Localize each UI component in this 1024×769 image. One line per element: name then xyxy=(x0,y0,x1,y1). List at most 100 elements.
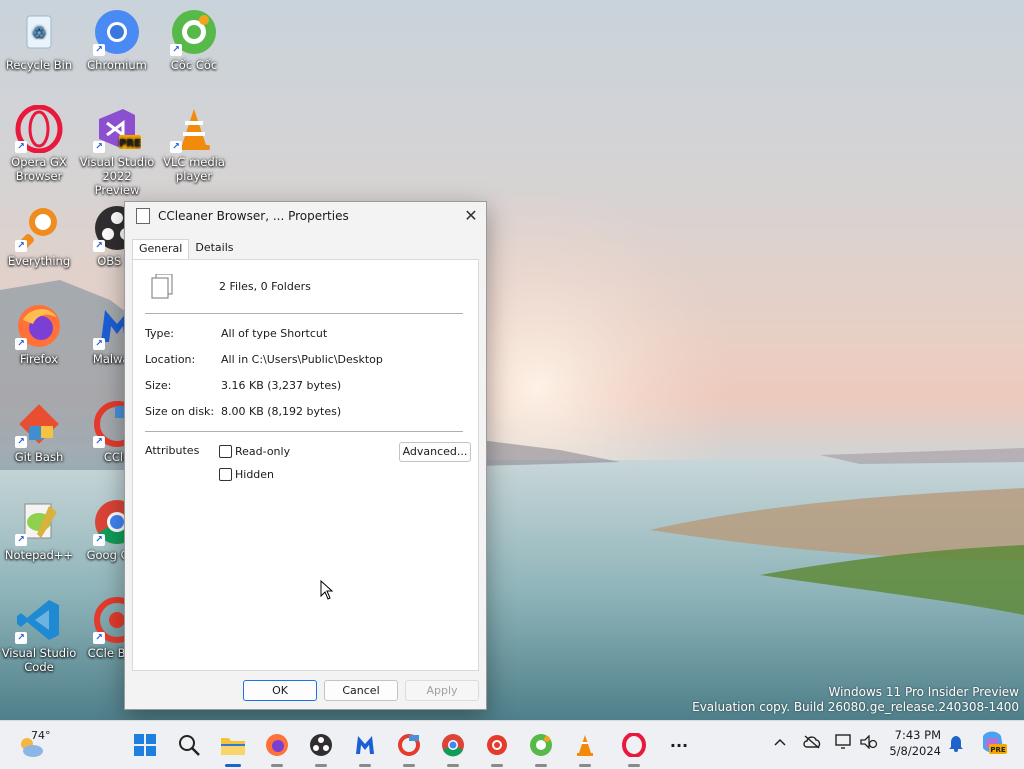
taskbar: 74° ··· 7:43 PM 5/8/2024 PRE xyxy=(0,720,1024,769)
taskbar-opera[interactable] xyxy=(618,729,650,767)
ok-button[interactable]: OK xyxy=(243,680,317,701)
divider xyxy=(145,313,463,314)
search-icon xyxy=(179,735,200,756)
checkbox-box[interactable] xyxy=(219,468,232,481)
hidden-checkbox[interactable]: Hidden xyxy=(219,468,274,481)
desktop-icon-label: Recycle Bin xyxy=(5,58,73,72)
taskbar-ccleaner[interactable] xyxy=(393,729,425,767)
cloud-offline-icon xyxy=(803,735,821,749)
speaker-muted-icon xyxy=(860,734,878,750)
windows-logo-icon xyxy=(134,734,156,756)
checkbox-box[interactable] xyxy=(219,445,232,458)
multiple-files-icon xyxy=(151,274,173,299)
desktop-icon-git-bash[interactable]: ↗ Git Bash xyxy=(1,400,77,464)
taskbar-chrome[interactable] xyxy=(437,729,469,767)
desktop-icon-visual-studio-2022[interactable]: PRE ↗ Visual Studio 2022 Preview xyxy=(79,105,155,197)
apply-button[interactable]: Apply xyxy=(405,680,479,701)
hidden-label: Hidden xyxy=(235,468,275,481)
close-button[interactable]: ✕ xyxy=(456,202,486,230)
shortcut-arrow-icon: ↗ xyxy=(170,141,182,153)
attributes-label: Attributes xyxy=(145,444,200,457)
desktop-icon-label: Cốc Cốc xyxy=(170,58,218,72)
taskbar-obs[interactable] xyxy=(305,729,337,767)
advanced-button[interactable]: Advanced... xyxy=(399,442,471,462)
show-hidden-icons-chevron[interactable] xyxy=(774,736,786,750)
shortcut-arrow-icon: ↗ xyxy=(170,44,182,56)
vlc-cone-icon: ↗ xyxy=(170,105,218,153)
taskbar-malwarebytes[interactable] xyxy=(349,729,381,767)
desktop-icon-label: VLC media player xyxy=(163,155,225,183)
read-only-checkbox[interactable]: Read-only xyxy=(219,445,290,458)
running-indicator xyxy=(579,764,591,767)
desktop-icon-label: Opera GX Browser xyxy=(11,155,67,183)
desktop-icon-vlc[interactable]: ↗ VLC media player xyxy=(156,105,232,183)
svg-text:♻: ♻ xyxy=(32,23,46,42)
vscode-icon: ↗ xyxy=(15,596,63,644)
onedrive-tray-icon[interactable] xyxy=(803,735,821,752)
desktop-icon-opera-gx[interactable]: ↗ Opera GX Browser xyxy=(1,104,77,183)
monitor-network-icon xyxy=(835,734,851,749)
shortcut-arrow-icon: ↗ xyxy=(15,534,27,546)
preview-badge: PRE xyxy=(119,138,141,149)
running-indicator xyxy=(447,764,459,767)
malwarebytes-icon xyxy=(356,736,374,754)
copilot-button[interactable]: PRE xyxy=(979,730,1007,759)
desktop-icon-label: Chromium xyxy=(87,58,147,72)
bell-icon xyxy=(949,736,963,752)
network-tray-icon[interactable] xyxy=(835,734,853,753)
tab-general[interactable]: General xyxy=(132,239,190,259)
document-icon xyxy=(136,208,150,224)
weather-temperature: 74° xyxy=(31,729,51,742)
desktop-icon-everything[interactable]: ↗ Everything xyxy=(1,204,77,268)
divider xyxy=(145,431,463,432)
coccoc-icon xyxy=(530,734,552,756)
more-apps-button[interactable]: ··· xyxy=(663,729,695,761)
taskbar-vlc[interactable] xyxy=(569,729,601,767)
shortcut-arrow-icon: ↗ xyxy=(93,436,105,448)
running-indicator xyxy=(491,764,503,767)
taskbar-ccleaner-browser[interactable] xyxy=(481,729,513,767)
general-panel: 2 Files, 0 Folders Type: All of type Sho… xyxy=(132,259,479,671)
desktop-icon-chromium[interactable]: ↗ Chromium xyxy=(79,8,155,72)
desktop-icon-label: Notepad++ xyxy=(4,548,74,562)
desktop-icon-recycle-bin[interactable]: ♻ Recycle Bin xyxy=(1,8,77,72)
ccleaner-icon xyxy=(398,734,420,756)
notifications-button[interactable] xyxy=(948,734,964,755)
desktop-icon-vscode[interactable]: ↗ Visual Studio Code xyxy=(1,596,77,674)
ccleaner-browser-icon xyxy=(487,735,507,755)
recycle-bin-icon: ♻ xyxy=(15,8,63,56)
dialog-title: CCleaner Browser, ... Properties xyxy=(158,209,349,223)
running-indicator xyxy=(403,764,415,767)
taskbar-coccoc[interactable] xyxy=(525,729,557,767)
tab-details[interactable]: Details xyxy=(189,239,239,259)
desktop-icon-label: Firefox xyxy=(19,352,59,366)
size-on-disk-value: 8.00 KB (8,192 bytes) xyxy=(221,405,342,418)
size-label: Size: xyxy=(145,379,172,392)
search-button[interactable] xyxy=(173,729,205,761)
opera-icon xyxy=(622,733,646,757)
size-on-disk-label: Size on disk: xyxy=(145,405,215,418)
size-value: 3.16 KB (3,237 bytes) xyxy=(221,379,342,392)
taskbar-firefox[interactable] xyxy=(261,729,293,767)
dialog-titlebar[interactable]: CCleaner Browser, ... Properties ✕ xyxy=(125,202,486,230)
desktop-icon-firefox[interactable]: ↗ Firefox xyxy=(1,302,77,366)
system-clock[interactable]: 7:43 PM 5/8/2024 xyxy=(889,727,941,759)
taskbar-file-explorer[interactable] xyxy=(217,729,249,767)
evaluation-watermark: Windows 11 Pro Insider Preview Evaluatio… xyxy=(692,685,1019,715)
watermark-line-2: Evaluation copy. Build 26080.ge_release.… xyxy=(692,700,1019,714)
running-indicator xyxy=(628,764,640,767)
cancel-button[interactable]: Cancel xyxy=(324,680,398,701)
shortcut-arrow-icon: ↗ xyxy=(93,338,105,350)
desktop-icon-coccoc[interactable]: ↗ Cốc Cốc xyxy=(156,8,232,72)
volume-tray-icon[interactable] xyxy=(860,734,878,752)
tab-strip: General Details xyxy=(132,239,240,259)
shortcut-arrow-icon: ↗ xyxy=(93,632,105,644)
shortcut-arrow-icon: ↗ xyxy=(15,632,27,644)
start-button[interactable] xyxy=(129,729,161,761)
firefox-icon: ↗ xyxy=(15,302,63,350)
read-only-label: Read-only xyxy=(235,445,291,458)
shortcut-arrow-icon: ↗ xyxy=(15,240,27,252)
desktop-icon-notepad-plus-plus[interactable]: ↗ Notepad++ xyxy=(1,498,77,562)
shortcut-arrow-icon: ↗ xyxy=(93,240,105,252)
shortcut-arrow-icon: ↗ xyxy=(15,141,27,153)
